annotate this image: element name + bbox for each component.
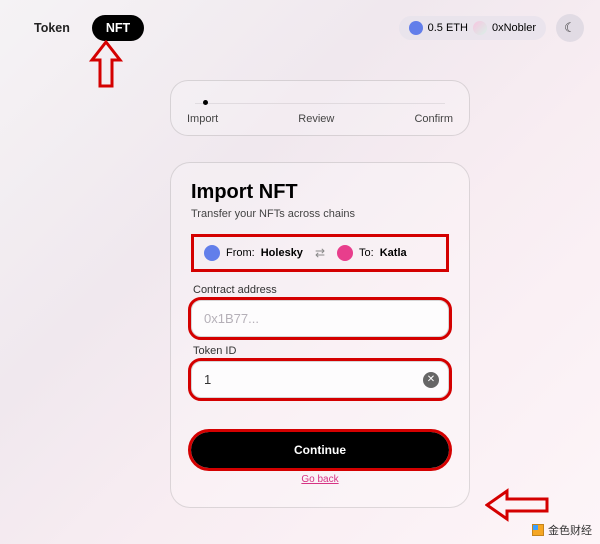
from-label: From: (226, 247, 255, 259)
from-chain-chip[interactable]: From: Holesky (198, 241, 309, 265)
tab-nft[interactable]: NFT (92, 15, 144, 41)
to-chain-name: Katla (380, 247, 407, 259)
clear-icon[interactable]: ✕ (423, 372, 439, 388)
moon-icon: ☾ (564, 20, 576, 36)
chain-selector-row: From: Holesky ⇄ To: Katla (191, 234, 449, 272)
tab-token[interactable]: Token (20, 15, 84, 41)
to-label: To: (359, 247, 374, 259)
step-confirm: Confirm (414, 113, 453, 125)
contract-address-label: Contract address (193, 284, 449, 296)
to-chain-chip[interactable]: To: Katla (331, 241, 442, 265)
avatar-icon (473, 21, 487, 35)
from-chain-icon (204, 245, 220, 261)
balance-amount: 0.5 ETH (428, 22, 468, 34)
token-id-input[interactable] (191, 361, 449, 398)
card-title: Import NFT (191, 181, 449, 204)
watermark-text: 金色财经 (548, 522, 592, 538)
swap-icon[interactable]: ⇄ (315, 246, 325, 260)
from-chain-name: Holesky (261, 247, 303, 259)
watermark: 金色财经 (532, 522, 592, 538)
watermark-icon (532, 524, 544, 536)
step-import: Import (187, 113, 218, 125)
eth-icon (409, 21, 423, 35)
balance-pill[interactable]: 0.5 ETH 0xNobler (399, 16, 546, 40)
contract-address-input[interactable] (191, 300, 449, 337)
annotation-arrow-left (485, 488, 549, 522)
annotation-arrow-up (88, 40, 124, 90)
step-review: Review (298, 113, 334, 125)
continue-button[interactable]: Continue (191, 432, 449, 468)
go-back-link[interactable]: Go back (191, 474, 449, 485)
account-name: 0xNobler (492, 22, 536, 34)
token-id-label: Token ID (193, 345, 449, 357)
stepper: Import Review Confirm (170, 80, 470, 136)
card-subtitle: Transfer your NFTs across chains (191, 208, 449, 220)
import-card: Import NFT Transfer your NFTs across cha… (170, 162, 470, 508)
step-dot-active (203, 100, 208, 105)
tab-switcher: Token NFT (20, 15, 144, 41)
theme-toggle[interactable]: ☾ (556, 14, 584, 42)
to-chain-icon (337, 245, 353, 261)
